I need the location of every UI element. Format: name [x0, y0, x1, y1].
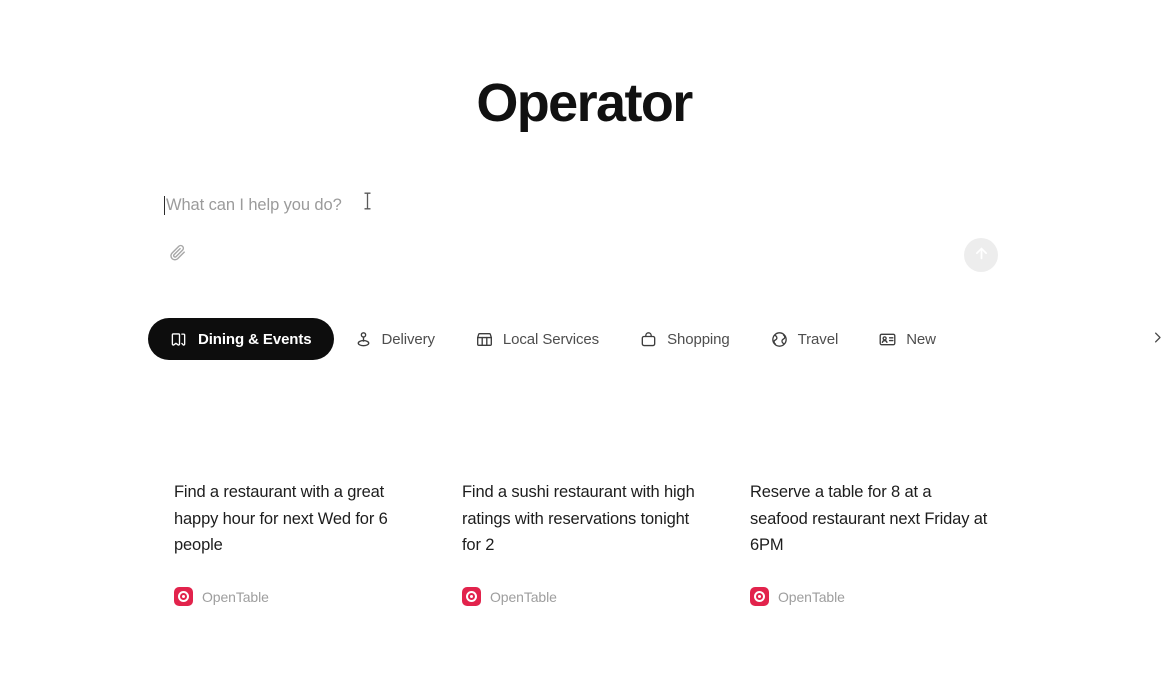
- opentable-logo-icon: [750, 587, 769, 606]
- attach-file-button[interactable]: [164, 242, 190, 268]
- tab-news[interactable]: New: [858, 318, 956, 360]
- prompt-input-placeholder: What can I help you do?: [166, 195, 342, 214]
- category-tabs[interactable]: Dining & Events Delivery Local Services …: [148, 318, 1006, 360]
- storefront-icon: [475, 330, 494, 349]
- tab-local-services[interactable]: Local Services: [455, 318, 619, 360]
- globe-icon: [770, 330, 789, 349]
- suggestion-source-label: OpenTable: [202, 588, 269, 605]
- prompt-input-row[interactable]: What can I help you do?: [164, 192, 342, 218]
- tab-delivery[interactable]: Delivery: [334, 318, 455, 360]
- suggestion-text: Find a restaurant with a great happy hou…: [174, 483, 388, 555]
- suggestion-card[interactable]: Reserve a table for 8 at a seafood resta…: [726, 404, 1014, 624]
- id-card-icon: [878, 330, 897, 349]
- tab-label: Local Services: [502, 330, 600, 348]
- suggestion-source-label: OpenTable: [490, 588, 557, 605]
- map-pin-icon: [354, 330, 373, 349]
- operator-home-page: Operator What can I help you do? Dining …: [0, 0, 1168, 700]
- tickets-icon: [170, 330, 189, 349]
- suggestion-cards: Find a restaurant with a great happy hou…: [150, 404, 1016, 624]
- prompt-composer[interactable]: What can I help you do?: [150, 180, 1006, 292]
- opentable-logo-icon: [174, 587, 193, 606]
- arrow-up-icon: [973, 245, 990, 265]
- paperclip-icon: [168, 243, 187, 267]
- tab-dining-events[interactable]: Dining & Events: [148, 318, 334, 360]
- suggestion-text: Find a sushi restaurant with high rating…: [462, 483, 695, 555]
- text-caret: [164, 195, 165, 215]
- page-title: Operator: [476, 73, 693, 133]
- suggestion-card[interactable]: Find a restaurant with a great happy hou…: [150, 404, 438, 624]
- tab-label: Delivery: [381, 330, 435, 348]
- tabs-scroll-next-button[interactable]: [1146, 328, 1168, 350]
- tab-label: New: [906, 330, 936, 348]
- tab-label: Dining & Events: [198, 330, 312, 348]
- tab-travel[interactable]: Travel: [750, 318, 859, 360]
- suggestion-card[interactable]: Find a sushi restaurant with high rating…: [438, 404, 726, 624]
- suggestion-source-label: OpenTable: [778, 588, 845, 605]
- tab-label: Travel: [797, 330, 839, 348]
- suggestion-source: OpenTable: [174, 587, 269, 606]
- tab-label: Shopping: [667, 330, 730, 348]
- suggestion-source: OpenTable: [462, 587, 557, 606]
- i-beam-cursor: [363, 192, 372, 210]
- tab-shopping[interactable]: Shopping: [619, 318, 750, 360]
- suggestion-text: Reserve a table for 8 at a seafood resta…: [750, 483, 988, 555]
- submit-prompt-button[interactable]: [964, 238, 998, 272]
- shopping-bag-icon: [639, 330, 658, 349]
- opentable-logo-icon: [462, 587, 481, 606]
- suggestion-source: OpenTable: [750, 587, 845, 606]
- chevron-right-icon: [1150, 330, 1165, 348]
